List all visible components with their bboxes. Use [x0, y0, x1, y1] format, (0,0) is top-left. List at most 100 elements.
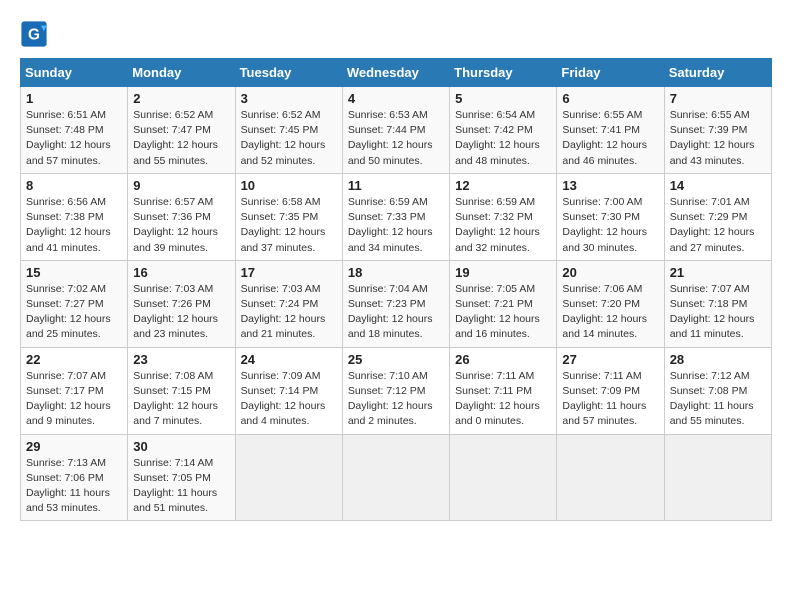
calendar-table: SundayMondayTuesdayWednesdayThursdayFrid… — [20, 58, 772, 521]
calendar-cell: 8 Sunrise: 6:56 AM Sunset: 7:38 PM Daylig… — [21, 173, 128, 260]
calendar-cell: 29 Sunrise: 7:13 AM Sunset: 7:06 PM Dayli… — [21, 434, 128, 521]
day-info: Sunrise: 6:56 AM Sunset: 7:38 PM Dayligh… — [26, 195, 122, 256]
svg-text:G: G — [28, 27, 40, 44]
day-number: 20 — [562, 265, 658, 280]
calendar-cell: 20 Sunrise: 7:06 AM Sunset: 7:20 PM Dayli… — [557, 260, 664, 347]
calendar-week-row: 22Sunrise: 7:07 AM Sunset: 7:17 PM Dayli… — [21, 347, 772, 434]
day-info: Sunrise: 7:14 AM Sunset: 7:05 PM Dayligh… — [133, 456, 229, 517]
weekday-header-cell: Saturday — [664, 59, 771, 87]
day-info: Sunrise: 6:55 AM Sunset: 7:39 PM Dayligh… — [670, 108, 766, 169]
calendar-cell: 15 Sunrise: 7:02 AM Sunset: 7:27 PM Dayli… — [21, 260, 128, 347]
logo-icon: G — [20, 20, 48, 48]
calendar-cell: 11 Sunrise: 6:59 AM Sunset: 7:33 PM Dayli… — [342, 173, 449, 260]
day-number: 23 — [133, 352, 229, 367]
day-number: 10 — [241, 178, 337, 193]
calendar-cell: 26Sunrise: 7:11 AM Sunset: 7:11 PM Dayli… — [450, 347, 557, 434]
day-number: 21 — [670, 265, 766, 280]
calendar-week-row: 1 Sunrise: 6:51 AM Sunset: 7:48 PM Daylig… — [21, 87, 772, 174]
weekday-header-cell: Monday — [128, 59, 235, 87]
day-number: 9 — [133, 178, 229, 193]
day-info: Sunrise: 6:52 AM Sunset: 7:45 PM Dayligh… — [241, 108, 337, 169]
weekday-header-cell: Thursday — [450, 59, 557, 87]
day-number: 4 — [348, 91, 444, 106]
calendar-cell: 24 Sunrise: 7:09 AM Sunset: 7:14 PM Dayli… — [235, 347, 342, 434]
weekday-header-cell: Tuesday — [235, 59, 342, 87]
calendar-cell: 25 Sunrise: 7:10 AM Sunset: 7:12 PM Dayli… — [342, 347, 449, 434]
day-info: Sunrise: 7:04 AM Sunset: 7:23 PM Dayligh… — [348, 282, 444, 343]
calendar-cell: 3 Sunrise: 6:52 AM Sunset: 7:45 PM Daylig… — [235, 87, 342, 174]
day-info: Sunrise: 7:07 AM Sunset: 7:17 PM Dayligh… — [26, 369, 122, 430]
day-info: Sunrise: 7:12 AM Sunset: 7:08 PM Dayligh… — [670, 369, 766, 430]
calendar-week-row: 29 Sunrise: 7:13 AM Sunset: 7:06 PM Dayli… — [21, 434, 772, 521]
header: G — [20, 20, 772, 48]
day-number: 11 — [348, 178, 444, 193]
day-number: 28 — [670, 352, 766, 367]
day-number: 5 — [455, 91, 551, 106]
day-number: 29 — [26, 439, 122, 454]
day-info: Sunrise: 7:13 AM Sunset: 7:06 PM Dayligh… — [26, 456, 122, 517]
calendar-cell: 16Sunrise: 7:03 AM Sunset: 7:26 PM Dayli… — [128, 260, 235, 347]
weekday-header-row: SundayMondayTuesdayWednesdayThursdayFrid… — [21, 59, 772, 87]
day-number: 7 — [670, 91, 766, 106]
calendar-cell: 9 Sunrise: 6:57 AM Sunset: 7:36 PM Daylig… — [128, 173, 235, 260]
day-number: 12 — [455, 178, 551, 193]
calendar-week-row: 8 Sunrise: 6:56 AM Sunset: 7:38 PM Daylig… — [21, 173, 772, 260]
calendar-cell: 17 Sunrise: 7:03 AM Sunset: 7:24 PM Dayli… — [235, 260, 342, 347]
day-number: 1 — [26, 91, 122, 106]
day-number: 17 — [241, 265, 337, 280]
day-info: Sunrise: 6:54 AM Sunset: 7:42 PM Dayligh… — [455, 108, 551, 169]
weekday-header-cell: Wednesday — [342, 59, 449, 87]
day-info: Sunrise: 6:55 AM Sunset: 7:41 PM Dayligh… — [562, 108, 658, 169]
day-number: 15 — [26, 265, 122, 280]
day-info: Sunrise: 7:09 AM Sunset: 7:14 PM Dayligh… — [241, 369, 337, 430]
day-number: 25 — [348, 352, 444, 367]
calendar-cell: 5 Sunrise: 6:54 AM Sunset: 7:42 PM Daylig… — [450, 87, 557, 174]
day-number: 27 — [562, 352, 658, 367]
calendar-cell — [235, 434, 342, 521]
calendar-cell: 14Sunrise: 7:01 AM Sunset: 7:29 PM Dayli… — [664, 173, 771, 260]
day-number: 24 — [241, 352, 337, 367]
day-info: Sunrise: 6:58 AM Sunset: 7:35 PM Dayligh… — [241, 195, 337, 256]
calendar-cell: 13 Sunrise: 7:00 AM Sunset: 7:30 PM Dayli… — [557, 173, 664, 260]
day-info: Sunrise: 7:06 AM Sunset: 7:20 PM Dayligh… — [562, 282, 658, 343]
calendar-cell: 6 Sunrise: 6:55 AM Sunset: 7:41 PM Daylig… — [557, 87, 664, 174]
day-number: 8 — [26, 178, 122, 193]
day-info: Sunrise: 6:51 AM Sunset: 7:48 PM Dayligh… — [26, 108, 122, 169]
calendar-cell: 23 Sunrise: 7:08 AM Sunset: 7:15 PM Dayli… — [128, 347, 235, 434]
day-number: 2 — [133, 91, 229, 106]
day-number: 3 — [241, 91, 337, 106]
calendar-cell: 10 Sunrise: 6:58 AM Sunset: 7:35 PM Dayli… — [235, 173, 342, 260]
logo: G — [20, 20, 52, 48]
day-info: Sunrise: 7:11 AM Sunset: 7:09 PM Dayligh… — [562, 369, 658, 430]
calendar-cell: 18 Sunrise: 7:04 AM Sunset: 7:23 PM Dayli… — [342, 260, 449, 347]
day-info: Sunrise: 7:10 AM Sunset: 7:12 PM Dayligh… — [348, 369, 444, 430]
day-number: 13 — [562, 178, 658, 193]
day-info: Sunrise: 6:59 AM Sunset: 7:32 PM Dayligh… — [455, 195, 551, 256]
day-info: Sunrise: 7:07 AM Sunset: 7:18 PM Dayligh… — [670, 282, 766, 343]
day-info: Sunrise: 7:02 AM Sunset: 7:27 PM Dayligh… — [26, 282, 122, 343]
calendar-cell: 1 Sunrise: 6:51 AM Sunset: 7:48 PM Daylig… — [21, 87, 128, 174]
day-info: Sunrise: 6:52 AM Sunset: 7:47 PM Dayligh… — [133, 108, 229, 169]
day-info: Sunrise: 7:03 AM Sunset: 7:24 PM Dayligh… — [241, 282, 337, 343]
day-info: Sunrise: 7:03 AM Sunset: 7:26 PM Dayligh… — [133, 282, 229, 343]
day-info: Sunrise: 6:57 AM Sunset: 7:36 PM Dayligh… — [133, 195, 229, 256]
calendar-cell: 7 Sunrise: 6:55 AM Sunset: 7:39 PM Daylig… — [664, 87, 771, 174]
day-number: 19 — [455, 265, 551, 280]
calendar-cell — [342, 434, 449, 521]
weekday-header-cell: Sunday — [21, 59, 128, 87]
calendar-cell: 22Sunrise: 7:07 AM Sunset: 7:17 PM Dayli… — [21, 347, 128, 434]
day-info: Sunrise: 6:59 AM Sunset: 7:33 PM Dayligh… — [348, 195, 444, 256]
day-info: Sunrise: 7:05 AM Sunset: 7:21 PM Dayligh… — [455, 282, 551, 343]
calendar-cell: 12 Sunrise: 6:59 AM Sunset: 7:32 PM Dayli… — [450, 173, 557, 260]
calendar-week-row: 15 Sunrise: 7:02 AM Sunset: 7:27 PM Dayli… — [21, 260, 772, 347]
day-info: Sunrise: 7:08 AM Sunset: 7:15 PM Dayligh… — [133, 369, 229, 430]
calendar-cell — [557, 434, 664, 521]
day-info: Sunrise: 7:00 AM Sunset: 7:30 PM Dayligh… — [562, 195, 658, 256]
calendar-cell: 4Sunrise: 6:53 AM Sunset: 7:44 PM Daylig… — [342, 87, 449, 174]
day-number: 6 — [562, 91, 658, 106]
calendar-cell — [450, 434, 557, 521]
day-number: 18 — [348, 265, 444, 280]
calendar-cell: 19 Sunrise: 7:05 AM Sunset: 7:21 PM Dayli… — [450, 260, 557, 347]
calendar-body: 1 Sunrise: 6:51 AM Sunset: 7:48 PM Daylig… — [21, 87, 772, 521]
calendar-cell: 30Sunrise: 7:14 AM Sunset: 7:05 PM Dayli… — [128, 434, 235, 521]
